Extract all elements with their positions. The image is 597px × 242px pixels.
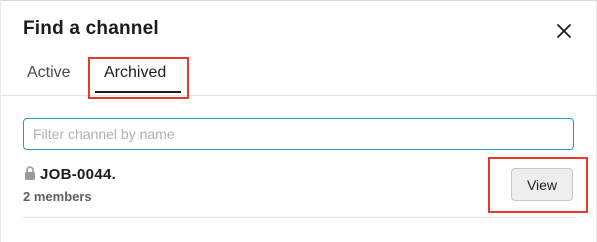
- filter-channel-input[interactable]: [23, 118, 574, 150]
- view-button[interactable]: View: [511, 168, 573, 201]
- find-channel-dialog: Find a channel Active Archived JOB-0044.…: [0, 0, 597, 242]
- row-divider: [23, 217, 576, 218]
- tabs-divider: [1, 95, 597, 96]
- dialog-title: Find a channel: [23, 18, 159, 39]
- channel-list-item[interactable]: JOB-0044. 2 members View: [1, 158, 597, 218]
- close-icon: [557, 24, 571, 38]
- channel-name: JOB-0044.: [40, 166, 117, 183]
- top-divider: [1, 0, 597, 1]
- lock-icon: [25, 166, 35, 180]
- tab-archived[interactable]: Archived: [104, 64, 166, 82]
- selected-tab-indicator: [95, 91, 181, 93]
- channel-member-count: 2 members: [23, 189, 92, 204]
- tab-active[interactable]: Active: [27, 64, 71, 82]
- close-button[interactable]: [553, 20, 575, 42]
